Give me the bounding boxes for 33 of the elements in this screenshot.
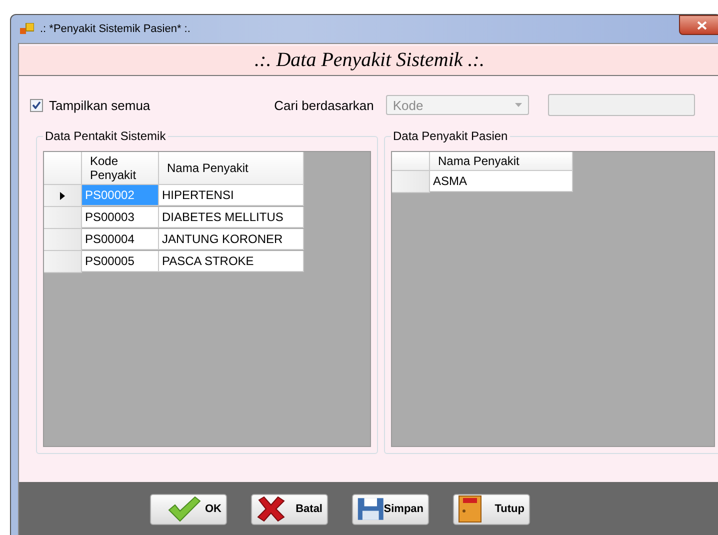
table-cell[interactable]: DIABETES MELLITUS (159, 207, 304, 228)
group-title: Data Penyakit Pasien (391, 129, 510, 143)
row-header[interactable] (44, 185, 82, 207)
button[interactable]: Tutup (452, 494, 530, 524)
table-cell[interactable]: PS00004 (82, 229, 159, 250)
button[interactable]: Simpan (352, 494, 428, 524)
search-by-label: Cari berdasarkan (274, 98, 374, 112)
close-button[interactable] (679, 15, 718, 35)
column-header[interactable]: Nama Penyakit (159, 152, 304, 185)
column-header[interactable]: Kode Penyakit (82, 152, 159, 185)
exit-door-icon (458, 495, 482, 523)
form-heading: .:. Data Penyakit Sistemik .:. (254, 49, 484, 72)
show-all-checkbox[interactable]: Tampilkan semua (30, 98, 150, 112)
button[interactable]: Batal (250, 494, 328, 524)
table-cell[interactable]: JANTUNG KORONER (159, 229, 304, 250)
table-cell[interactable]: PS00005 (82, 251, 159, 272)
app-icon (20, 23, 34, 35)
group-title: Data Pentakit Sistemik (43, 129, 168, 143)
window-title: .: *Penyakit Sistemik Pasien* :. (40, 23, 190, 35)
row-header-corner (44, 152, 82, 185)
column-header[interactable]: Nama Penyakit (430, 152, 573, 171)
cross-icon (256, 496, 286, 522)
table-cell[interactable]: PS00003 (82, 207, 159, 228)
close-icon (697, 20, 707, 30)
caret-icon (514, 103, 522, 107)
row-header-corner (392, 152, 430, 171)
current-row-icon (60, 192, 65, 200)
table-cell[interactable]: ASMA (430, 171, 573, 192)
table-cell[interactable]: HIPERTENSI (159, 185, 304, 206)
checkmark-icon (167, 496, 201, 522)
checkmark-icon (32, 101, 41, 109)
button[interactable]: OK (150, 494, 226, 524)
table-cell[interactable]: PASCA STROKE (159, 251, 304, 272)
